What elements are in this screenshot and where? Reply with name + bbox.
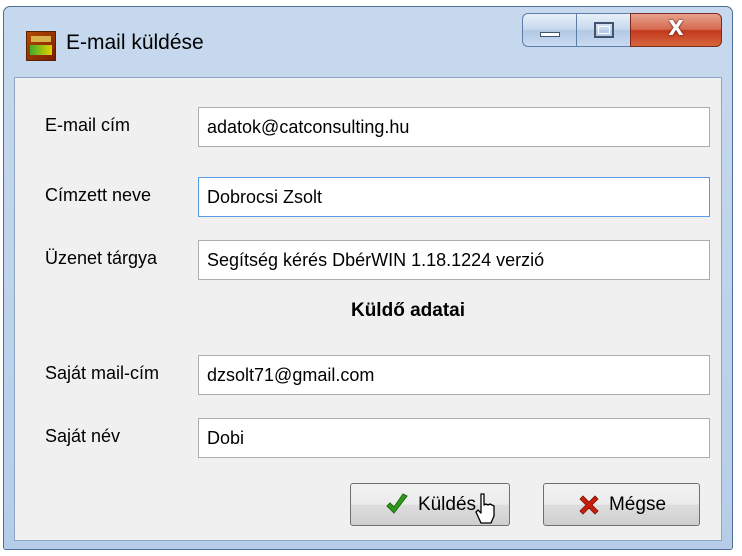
- x-icon: [579, 494, 599, 515]
- recipient-name-label: Címzett neve: [45, 185, 152, 205]
- own-name-label: Saját név: [45, 426, 121, 446]
- email-label: E-mail cím: [45, 115, 130, 135]
- sender-section-title: Küldő adatai: [350, 300, 465, 321]
- own-email-field[interactable]: dzsolt71@gmail.com: [198, 355, 710, 395]
- window-title: E-mail küldése: [66, 31, 204, 54]
- email-field[interactable]: adatok@catconsulting.hu: [198, 107, 710, 147]
- maximize-button[interactable]: [576, 13, 630, 47]
- cancel-button[interactable]: Mégse: [543, 483, 700, 526]
- minimize-icon: [540, 32, 560, 37]
- own-email-row: Saját mail-cím dzsolt71@gmail.com: [15, 355, 721, 399]
- own-name-row: Saját név Dobi: [15, 418, 721, 462]
- recipient-name-field[interactable]: Dobrocsi Zsolt: [198, 177, 710, 217]
- close-button[interactable]: X: [630, 13, 722, 47]
- subject-field[interactable]: Segítség kérés DbérWIN 1.18.1224 verzió: [198, 240, 710, 280]
- minimize-button[interactable]: [522, 13, 576, 47]
- subject-label: Üzenet tárgya: [45, 248, 158, 268]
- app-icon[interactable]: [26, 31, 56, 61]
- email-dialog-window: E-mail küldése X E-mail cím adatok@catco…: [3, 6, 733, 550]
- email-row: E-mail cím adatok@catconsulting.hu: [15, 107, 721, 151]
- dialog-body: E-mail cím adatok@catconsulting.hu Címze…: [14, 77, 722, 541]
- checkmark-icon: [386, 492, 408, 514]
- hand-cursor-icon: [475, 493, 495, 524]
- subject-row: Üzenet tárgya Segítség kérés DbérWIN 1.1…: [15, 240, 721, 284]
- maximize-icon: [594, 22, 614, 38]
- send-button-label: Küldés: [417, 493, 477, 515]
- title-bar[interactable]: E-mail küldése X: [4, 7, 732, 77]
- close-icon: X: [668, 16, 684, 40]
- own-email-label: Saját mail-cím: [45, 363, 160, 383]
- caption-buttons: X: [522, 13, 722, 47]
- recipient-name-row: Címzett neve Dobrocsi Zsolt: [15, 177, 721, 221]
- own-name-field[interactable]: Dobi: [198, 418, 710, 458]
- cancel-button-label: Mégse: [608, 493, 667, 515]
